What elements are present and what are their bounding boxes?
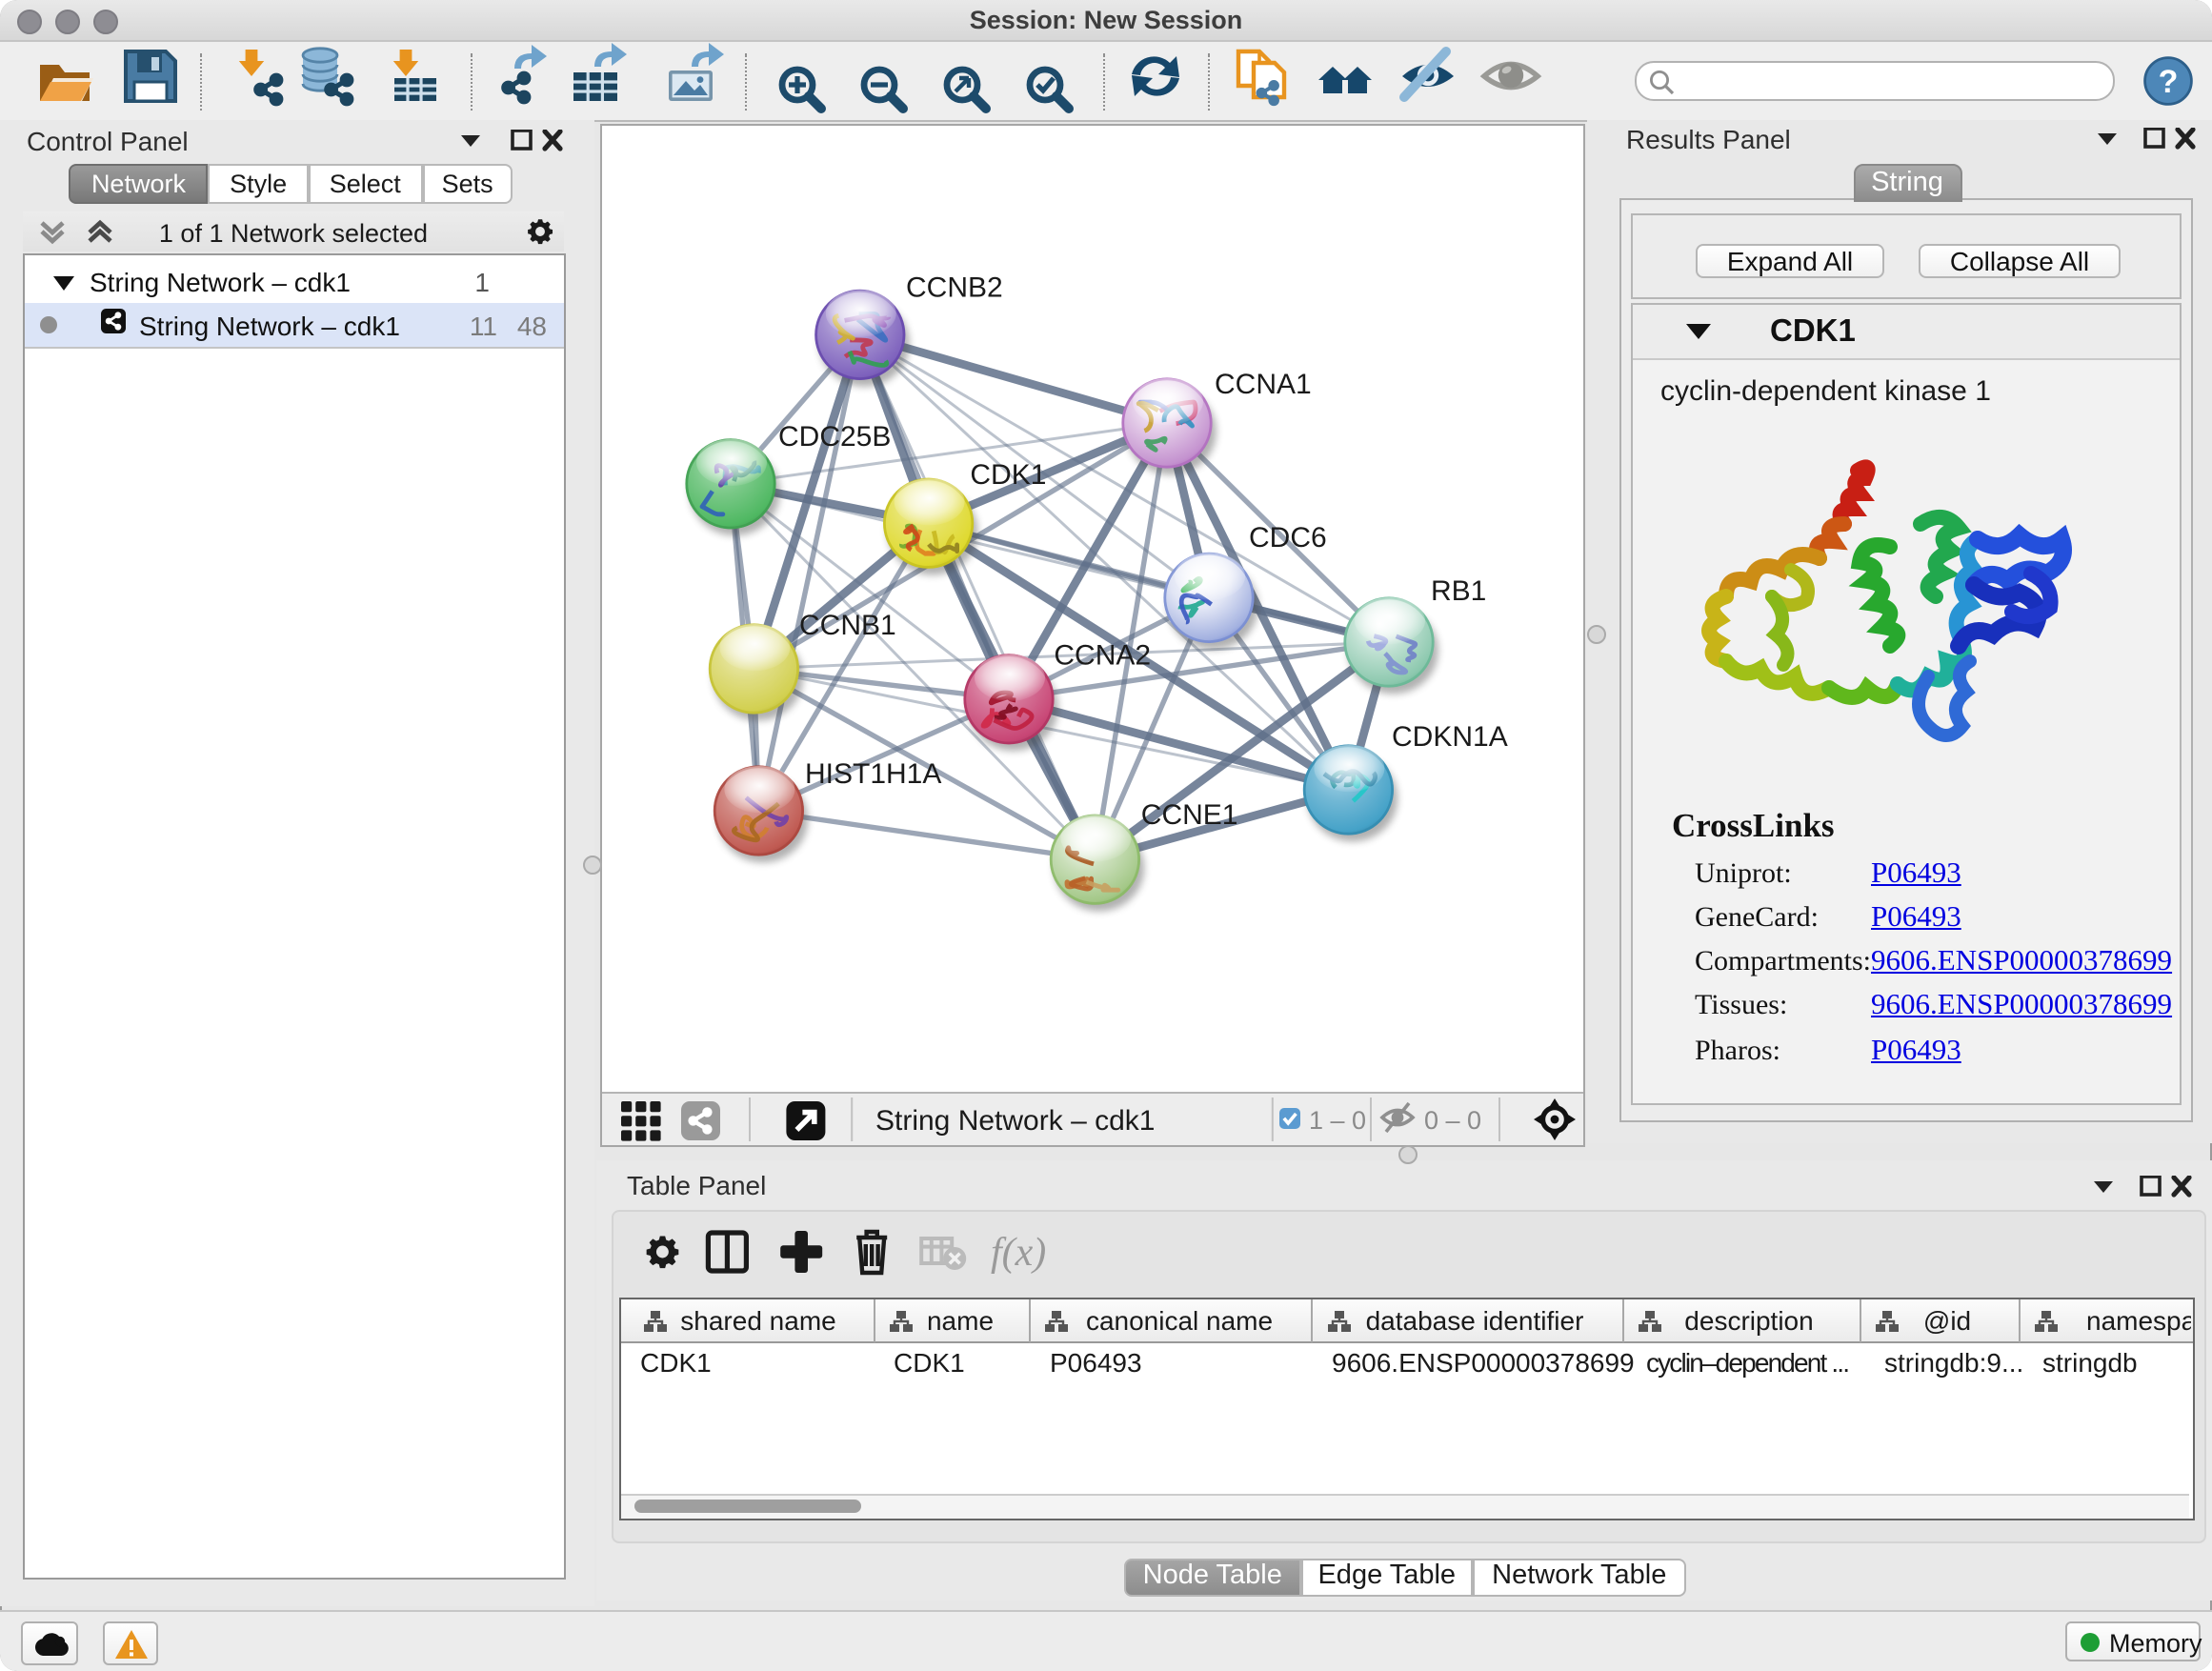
svg-text:CDK1: CDK1 [894, 1347, 965, 1377]
svg-text:CDC6: CDC6 [1249, 521, 1327, 553]
svg-text:9606.ENSP00000378699: 9606.ENSP00000378699 [1332, 1347, 1635, 1377]
svg-text:0 – 0: 0 – 0 [1424, 1105, 1481, 1134]
svg-text:RB1: RB1 [1431, 574, 1486, 606]
svg-text:canonical name: canonical name [1086, 1305, 1273, 1335]
svg-text:1 – 0: 1 – 0 [1309, 1105, 1366, 1134]
svg-text:CCNB1: CCNB1 [799, 609, 896, 640]
svg-text:description: description [1684, 1305, 1813, 1335]
svg-text:shared name: shared name [680, 1305, 835, 1335]
svg-text:CCNA2: CCNA2 [1054, 638, 1151, 670]
svg-text:@id: @id [1923, 1305, 1971, 1335]
svg-text:CCNE1: CCNE1 [1141, 798, 1238, 830]
svg-text:P06493: P06493 [1050, 1347, 1142, 1377]
svg-text:stringdb: stringdb [2042, 1347, 2138, 1377]
svg-text:f(x): f(x) [991, 1231, 1046, 1275]
svg-text:CDKN1A: CDKN1A [1392, 720, 1508, 752]
svg-text:cyclin–dependent ...: cyclin–dependent ... [1646, 1347, 1850, 1377]
svg-text:String Network – cdk1: String Network – cdk1 [875, 1104, 1155, 1136]
svg-text:?: ? [2159, 64, 2179, 100]
svg-text:stringdb:9...: stringdb:9... [1884, 1347, 2023, 1377]
svg-text:CCNA1: CCNA1 [1215, 368, 1312, 399]
svg-text:HIST1H1A: HIST1H1A [805, 757, 941, 789]
svg-text:namespac: namespac [2086, 1305, 2191, 1335]
svg-text:name: name [927, 1305, 994, 1335]
svg-text:CDK1: CDK1 [640, 1347, 712, 1377]
svg-text:CCNB2: CCNB2 [906, 272, 1003, 303]
svg-text:database identifier: database identifier [1366, 1305, 1584, 1335]
svg-text:CDC25B: CDC25B [778, 420, 891, 452]
svg-text:CDK1: CDK1 [970, 458, 1046, 490]
